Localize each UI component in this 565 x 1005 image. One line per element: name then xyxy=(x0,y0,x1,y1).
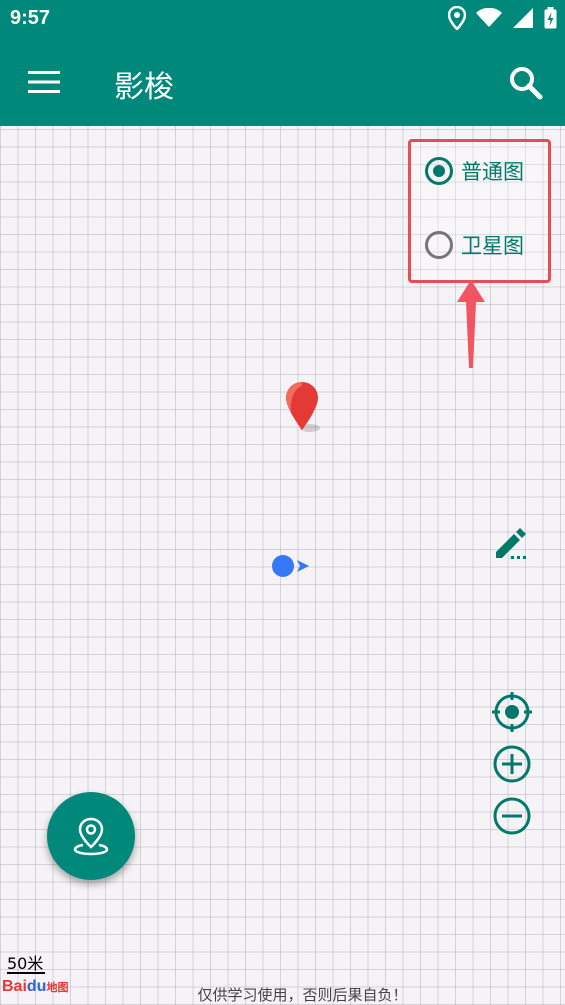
radio-unchecked-icon[interactable] xyxy=(425,231,453,259)
menu-button[interactable] xyxy=(22,60,66,104)
map-marker-icon[interactable] xyxy=(284,380,328,436)
location-fab-button[interactable] xyxy=(47,792,135,880)
battery-icon xyxy=(544,7,557,29)
zoom-out-button[interactable] xyxy=(492,796,532,836)
wifi-icon xyxy=(476,8,502,27)
disclaimer-text: 仅供学习使用，否则后果自负！ xyxy=(197,986,408,1004)
zoom-in-button[interactable] xyxy=(492,744,532,784)
map-scale: 50米 xyxy=(7,950,45,974)
menu-icon xyxy=(28,71,60,93)
status-bar: 9:57 xyxy=(0,0,565,38)
status-time: 9:57 xyxy=(10,7,51,29)
status-icons xyxy=(448,6,557,30)
map-type-selector: 普通图 卫星图 xyxy=(408,139,551,283)
search-icon xyxy=(510,67,543,100)
locate-button[interactable] xyxy=(492,692,532,732)
map-scale-bar xyxy=(7,972,45,974)
map-type-satellite[interactable]: 卫星图 xyxy=(425,230,524,260)
map-type-normal[interactable]: 普通图 xyxy=(425,156,524,186)
app-bar: 影梭 xyxy=(0,38,565,126)
radio-checked-icon[interactable] xyxy=(425,157,453,185)
edit-pencil-icon[interactable] xyxy=(494,524,530,560)
place-pin-icon xyxy=(73,817,109,856)
map-type-satellite-label: 卫星图 xyxy=(461,234,524,258)
signal-icon xyxy=(513,8,533,28)
page-title: 影梭 xyxy=(114,70,174,105)
map-scale-label: 50米 xyxy=(7,954,44,973)
annotation-arrow-icon xyxy=(457,280,485,368)
search-button[interactable] xyxy=(503,60,547,104)
map-type-normal-label: 普通图 xyxy=(461,160,524,184)
location-icon xyxy=(448,6,466,30)
current-location-icon xyxy=(272,555,309,577)
